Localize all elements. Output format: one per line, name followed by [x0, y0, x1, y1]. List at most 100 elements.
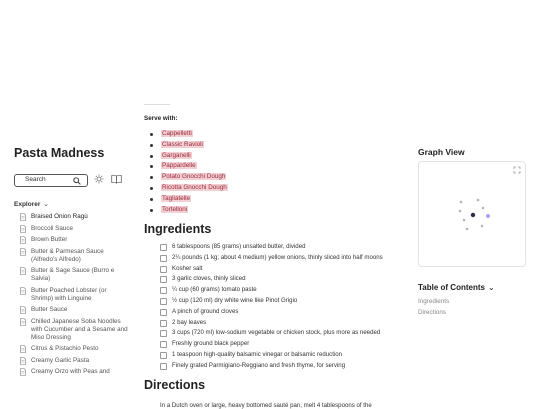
- ingredient-checkbox[interactable]: [160, 254, 167, 262]
- recipe-link[interactable]: Garganelli: [161, 151, 192, 159]
- directions-text: In a Dutch oven or large, heavy bottomed…: [160, 402, 372, 409]
- toc-toggle[interactable]: Table of Contents ⌄: [418, 283, 495, 292]
- ingredient-text: 2¼ pounds (1 kg; about 4 medium) yellow …: [172, 253, 383, 261]
- file-item-label: Chilled Japanese Soba Noodles with Cucum…: [31, 317, 128, 341]
- search-icon: [73, 177, 81, 185]
- file-item[interactable]: Braised Onion Ragù: [20, 213, 128, 221]
- file-item-label: Creamy Orzo with Peas and: [31, 368, 110, 375]
- file-item-label: Broccoli Sauce: [31, 224, 73, 232]
- list-item: Ricotta Gnocchi Dough: [150, 183, 228, 195]
- file-item[interactable]: Citrus & Pistachio Pesto: [20, 345, 128, 353]
- chevron-down-icon: ⌄: [43, 201, 49, 208]
- file-item[interactable]: Brown Butter: [20, 236, 128, 244]
- file-item[interactable]: Butter & Sage Sauce (Burro e Salvia): [20, 267, 128, 283]
- file-item-label: Braised Onion Ragù: [31, 213, 88, 220]
- file-item[interactable]: Butter & Parmesan Sauce (Alfredo's Alfre…: [20, 248, 128, 264]
- list-item: Pappardelle: [150, 162, 228, 173]
- file-item[interactable]: Butter Sauce: [20, 306, 128, 314]
- file-icon: [20, 356, 26, 365]
- directions-heading: Directions: [144, 378, 206, 392]
- file-icon: [20, 236, 26, 244]
- recipe-link[interactable]: Tagliatelle: [161, 194, 192, 202]
- toc-item[interactable]: Directions: [418, 309, 449, 320]
- file-item-label: Brown Butter: [31, 236, 68, 243]
- file-icon: [20, 345, 26, 353]
- ingredient-checkbox[interactable]: [160, 287, 167, 295]
- ingredient-text: Kosher salt: [172, 264, 203, 272]
- chevron-down-icon: ⌄: [487, 283, 495, 292]
- ingredients-list: 6 tablespoons (85 grams) unsalted butter…: [160, 243, 400, 373]
- graph-canvas[interactable]: [419, 162, 527, 268]
- explorer-toggle[interactable]: Explorer ⌄: [14, 200, 49, 208]
- graph-node[interactable]: [465, 227, 469, 231]
- ingredient-checkbox[interactable]: [160, 265, 167, 273]
- list-item: Tagliatelle: [150, 194, 228, 206]
- file-item[interactable]: Creamy Orzo with Peas and: [20, 368, 128, 376]
- ingredient-text: 6 tablespoons (85 grams) unsalted butter…: [172, 243, 306, 250]
- list-item: Garganelli: [150, 151, 228, 163]
- search-label: Search: [25, 176, 46, 183]
- serve-with-list: Cappelletti Classic Ravioli Garganelli Papp…: [150, 130, 228, 216]
- ingredient-checkbox[interactable]: [160, 330, 167, 338]
- ingredient-text: Finely grated Parmigiano-Reggiano and fr…: [172, 361, 346, 369]
- ingredient-item: 2 bay leaves: [160, 319, 400, 330]
- ingredient-checkbox[interactable]: [160, 297, 167, 305]
- graph-node[interactable]: [462, 218, 466, 222]
- explorer-label: Explorer: [14, 201, 41, 208]
- file-list: Braised Onion Ragù Broccoli Sauce Brown Bu…: [20, 213, 128, 380]
- file-icon: [20, 317, 26, 326]
- graph-node[interactable]: [476, 198, 480, 202]
- ingredient-checkbox[interactable]: [160, 276, 167, 284]
- ingredient-item: ½ cup (120 ml) dry white wine like Pinot…: [160, 297, 400, 308]
- sun-icon[interactable]: [94, 174, 104, 184]
- graph-node-current[interactable]: [470, 212, 476, 218]
- ingredient-item: 2¼ pounds (1 kg; about 4 medium) yellow …: [160, 254, 400, 265]
- file-item-label: Citrus & Pistachio Pesto: [31, 345, 99, 352]
- ingredient-checkbox[interactable]: [160, 351, 167, 359]
- file-item-label: Butter & Parmesan Sauce (Alfredo's Alfre…: [31, 247, 104, 263]
- book-icon[interactable]: [111, 174, 122, 184]
- search-button[interactable]: Search: [14, 174, 88, 187]
- recipe-link[interactable]: Pappardelle: [161, 162, 197, 170]
- site-title[interactable]: Pasta Madness: [14, 146, 104, 160]
- graph-node-linked[interactable]: [486, 214, 490, 218]
- ingredient-checkbox[interactable]: [160, 244, 167, 251]
- toc-list: Ingredients Directions: [418, 298, 449, 320]
- ingredient-checkbox[interactable]: [160, 319, 167, 327]
- recipe-link[interactable]: Tortelloni: [161, 205, 189, 213]
- graph-node[interactable]: [481, 206, 485, 210]
- list-item: Cappelletti: [150, 130, 228, 141]
- ingredient-checkbox[interactable]: [160, 362, 167, 370]
- file-icon: [20, 286, 26, 295]
- file-item[interactable]: Chilled Japanese Soba Noodles with Cucum…: [20, 318, 128, 342]
- graph-view-title: Graph View: [418, 147, 465, 157]
- toc-item[interactable]: Ingredients: [418, 298, 449, 309]
- graph-node[interactable]: [458, 209, 462, 213]
- file-item-label: Butter Sauce: [31, 306, 68, 313]
- ingredient-text: 1 teaspoon high-quality balsamic vinegar…: [172, 350, 343, 358]
- graph-node[interactable]: [459, 200, 463, 204]
- file-item[interactable]: Creamy Garlic Pasta: [20, 357, 128, 365]
- ingredient-checkbox[interactable]: [160, 308, 167, 316]
- recipe-link[interactable]: Cappelletti: [161, 130, 193, 137]
- recipe-link[interactable]: Classic Ravioli: [161, 140, 204, 148]
- ingredient-item: 1 teaspoon high-quality balsamic vinegar…: [160, 351, 400, 362]
- graph-view[interactable]: [418, 161, 526, 267]
- ingredient-item: Finely grated Parmigiano-Reggiano and fr…: [160, 362, 400, 373]
- ingredient-item: 3 garlic cloves, thinly sliced: [160, 275, 400, 286]
- file-icon: [20, 224, 26, 233]
- ingredient-item: 3 cups (720 ml) low-sodium vegetable or …: [160, 329, 400, 340]
- serve-with-label: Serve with:: [144, 115, 178, 122]
- recipe-link[interactable]: Potato Gnocchi Dough: [161, 173, 227, 181]
- ingredient-checkbox[interactable]: [160, 341, 167, 349]
- ingredient-text: 3 cups (720 ml) low-sodium vegetable or …: [172, 329, 381, 337]
- sidebar: Pasta Madness Search Explorer ⌄ Braised O…: [0, 0, 128, 405]
- recipe-link[interactable]: Ricotta Gnocchi Dough: [161, 183, 228, 191]
- graph-node[interactable]: [480, 224, 484, 228]
- file-icon: [20, 368, 26, 376]
- file-item-label: Creamy Garlic Pasta: [31, 356, 90, 364]
- file-item[interactable]: Butter Poached Lobster (or Shrimp) with …: [20, 287, 128, 303]
- file-item[interactable]: Broccoli Sauce: [20, 225, 128, 233]
- toc-title: Table of Contents: [418, 283, 485, 292]
- file-icon: [20, 213, 26, 221]
